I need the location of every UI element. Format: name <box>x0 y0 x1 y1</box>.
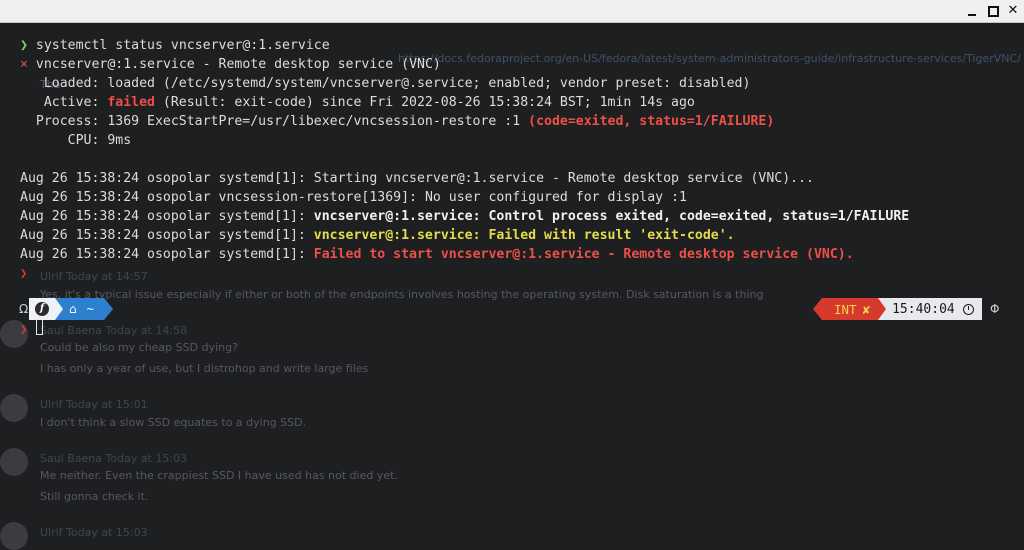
process-line: Process: 1369 ExecStartPre=/usr/libexec/… <box>20 112 774 131</box>
time-segment: 15:40:04 <box>878 298 982 320</box>
prompt-right-segments: INT ✘ 15:40:04 <box>812 298 982 320</box>
log-source: systemd[1]: <box>218 209 314 224</box>
active-state: failed <box>107 95 155 110</box>
log-line: Aug 26 15:38:24 osopolar systemd[1]: Sta… <box>20 169 814 188</box>
process-status: (code=exited, status=1/FAILURE) <box>528 114 775 129</box>
log-line: Aug 26 15:38:24 osopolar vncsession-rest… <box>20 188 687 207</box>
chat-marker-icon: ❯ <box>20 266 28 280</box>
prompt-right-edge: Φ <box>990 302 1000 316</box>
log-source: systemd[1]: <box>218 228 314 243</box>
unit-description: vncserver@:1.service - Remote desktop se… <box>35 57 441 72</box>
active-detail: (Result: exit-code) since Fri 2022-08-26… <box>154 95 695 110</box>
active-label: Active: <box>20 95 108 110</box>
chat-marker-icon: ❯ <box>20 322 28 336</box>
terminal-cursor[interactable] <box>36 319 43 335</box>
active-line: Active: failed (Result: exit-code) since… <box>20 93 695 112</box>
loaded-line: Loaded: loaded (/etc/systemd/system/vncs… <box>20 76 751 91</box>
log-message: Failed to start vncserver@:1.service - R… <box>313 247 854 262</box>
cross-icon: ✘ <box>862 301 871 317</box>
log-prefix: Aug 26 15:38:24 osopolar <box>20 209 219 224</box>
directory-segment: ⌂ ~ <box>55 298 113 320</box>
prompt-time: 15:40:04 <box>892 301 955 317</box>
exit-status-text: INT <box>834 301 857 317</box>
exit-status-segment: INT ✘ <box>812 298 879 320</box>
log-source: systemd[1]: <box>218 171 314 186</box>
os-segment: f <box>29 298 55 320</box>
minimize-icon[interactable] <box>964 3 980 19</box>
prompt-left-segments: f ⌂ ~ <box>29 298 113 320</box>
command-line: ❯ systemctl status vncserver@:1.service <box>20 36 330 55</box>
prompt-arrow-icon: ❯ <box>20 38 28 53</box>
window-titlebar: ✕ <box>0 0 1024 23</box>
log-prefix: Aug 26 15:38:24 osopolar <box>20 171 219 186</box>
close-icon[interactable]: ✕ <box>1005 3 1021 19</box>
cpu-line: CPU: 9ms <box>20 133 132 148</box>
failed-status-icon: × <box>20 57 28 72</box>
log-prefix: Aug 26 15:38:24 osopolar <box>20 247 219 262</box>
current-directory: ~ <box>86 302 94 316</box>
log-prefix: Aug 26 15:38:24 osopolar <box>20 190 219 205</box>
log-message: Starting vncserver@:1.service - Remote d… <box>313 171 814 186</box>
log-line: Aug 26 15:38:24 osopolar systemd[1]: vnc… <box>20 226 735 245</box>
maximize-icon[interactable] <box>985 3 1001 19</box>
log-prefix: Aug 26 15:38:24 osopolar <box>20 228 219 243</box>
log-message: No user configured for display :1 <box>424 190 687 205</box>
process-detail: Process: 1369 ExecStartPre=/usr/libexec/… <box>20 114 529 129</box>
fedora-icon: f <box>35 302 49 316</box>
home-icon: ⌂ <box>69 302 77 316</box>
terminal-output[interactable]: ❯ systemctl status vncserver@:1.service … <box>0 22 1024 544</box>
log-source: systemd[1]: <box>218 247 314 262</box>
unit-line: × vncserver@:1.service - Remote desktop … <box>20 55 441 74</box>
log-line: Aug 26 15:38:24 osopolar systemd[1]: vnc… <box>20 207 909 226</box>
clock-icon <box>962 303 974 315</box>
command-text: systemctl status vncserver@:1.service <box>35 38 330 53</box>
prompt-left-edge: Ω <box>19 302 29 316</box>
log-source: vncsession-restore[1369]: <box>218 190 425 205</box>
log-line: Aug 26 15:38:24 osopolar systemd[1]: Fai… <box>20 245 854 264</box>
log-message: vncserver@:1.service: Control process ex… <box>313 209 910 224</box>
log-message: vncserver@:1.service: Failed with result… <box>313 228 735 243</box>
